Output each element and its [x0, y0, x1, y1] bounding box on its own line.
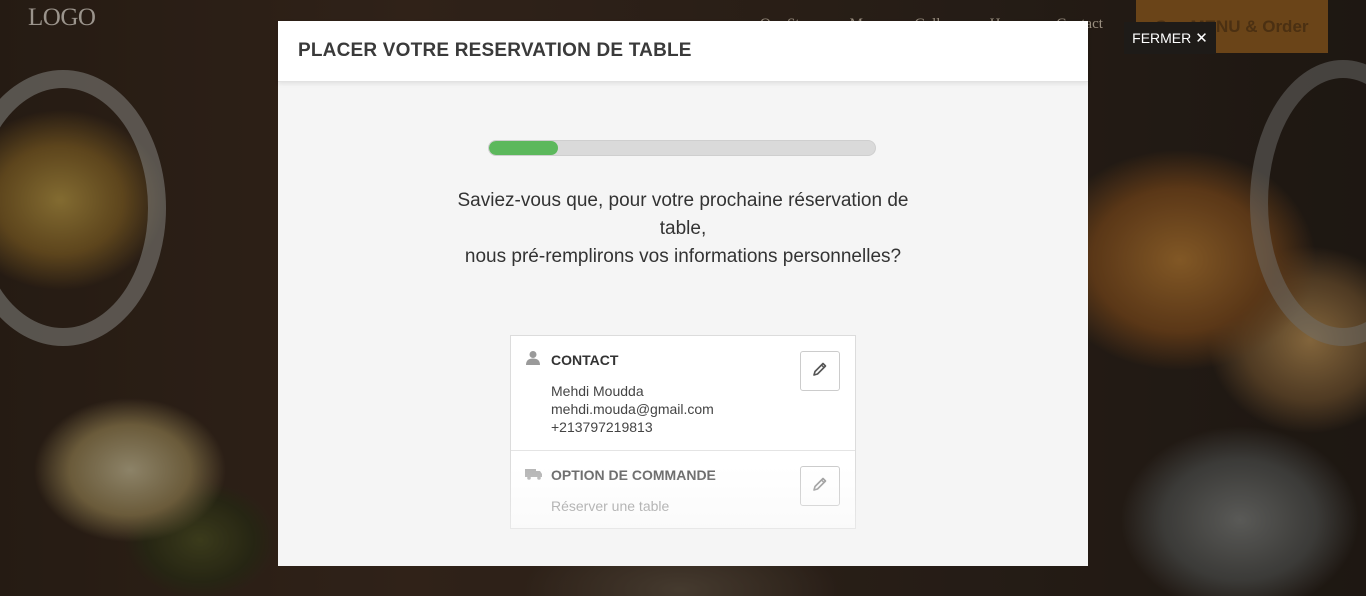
modal-title: PLACER VOTRE RESERVATION DE TABLE [298, 40, 692, 61]
info-line-2: table, [659, 218, 707, 239]
contact-email: mehdi.mouda@gmail.com [551, 401, 714, 417]
close-label: FERMER [1132, 30, 1192, 46]
reservation-modal: PLACER VOTRE RESERVATION DE TABLE Saviez… [278, 21, 1088, 566]
close-icon: ✕ [1195, 30, 1208, 47]
info-line-1: Saviez-vous que, pour votre prochaine ré… [457, 190, 909, 211]
close-button[interactable]: FERMER ✕ [1124, 22, 1216, 54]
modal-header: PLACER VOTRE RESERVATION DE TABLE [278, 21, 1088, 82]
contact-phone: +213797219813 [551, 419, 653, 435]
contact-section: CONTACT Mehdi Moudda mehdi.mouda@gmail.c… [511, 336, 855, 451]
pencil-icon [812, 361, 828, 382]
pencil-icon [812, 476, 828, 497]
summary-card: CONTACT Mehdi Moudda mehdi.mouda@gmail.c… [510, 335, 856, 529]
progress-bar [488, 140, 876, 156]
progress-fill [489, 141, 559, 155]
site-logo: LOGO [28, 4, 96, 31]
edit-contact-button[interactable] [800, 351, 840, 391]
user-icon [525, 350, 541, 366]
info-line-3: nous pré-remplirons vos informations per… [464, 246, 902, 267]
info-message: Saviez-vous que, pour votre prochaine ré… [428, 187, 938, 271]
order-option-section: OPTION DE COMMANDE Réserver une table [511, 451, 855, 528]
truck-icon [525, 465, 542, 481]
edit-order-option-button[interactable] [800, 466, 840, 506]
